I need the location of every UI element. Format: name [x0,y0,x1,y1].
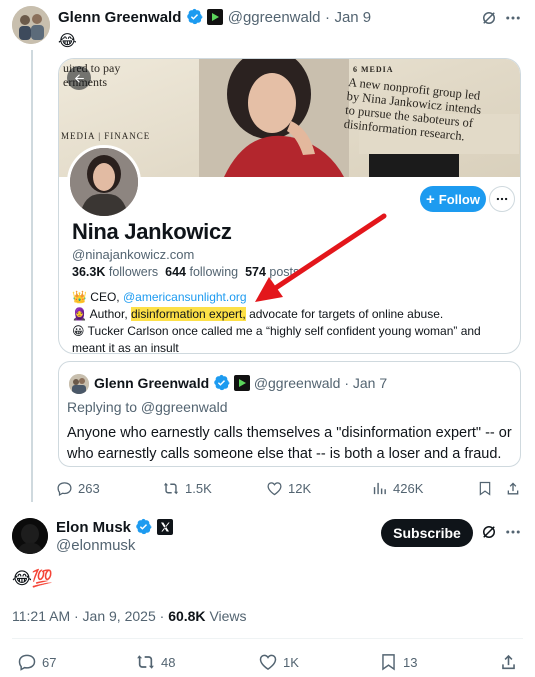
bookmark-icon [382,654,395,671]
red-arrow-annotation [255,213,387,302]
grok-icon[interactable] [478,7,500,29]
views-button[interactable]: 426K [371,480,423,497]
like-count: 1K [283,654,299,670]
verified-badge-icon [187,8,203,25]
repost-icon [163,482,179,495]
like-count: 12K [288,481,312,496]
verified-badge-icon [214,374,230,391]
tweet-header: Glenn Greenwald @ggreenwald · Jan 9 [58,8,372,26]
thread-connector-line [31,50,33,502]
author-handle[interactable]: @elonmusk [56,537,135,554]
tweet-text: 😂💯 [12,569,54,588]
views-label: Views [209,608,247,624]
embedded-profile-image[interactable]: uired to pay ernments MEDIA | FINANCE 6 … [58,58,521,354]
quoted-tweet[interactable]: Glenn Greenwald @ggreenwald · Jan 7 Repl… [58,361,521,467]
more-options-icon[interactable] [502,521,524,543]
divider [12,638,523,639]
repost-icon [137,655,154,669]
verified-badge-icon [136,518,153,535]
reply-button[interactable]: 67 [17,652,56,672]
quoted-author-handle: @ggreenwald [253,375,341,391]
analytics-icon [373,482,386,495]
heart-icon [267,482,282,496]
tweet-text: 😂 [58,33,77,50]
bookmark-count: 13 [403,654,418,670]
author-name[interactable]: Glenn Greenwald [58,9,181,26]
repost-count: 48 [161,654,176,670]
affiliate-badge-icon [207,9,224,25]
heart-icon [259,654,277,670]
more-options-icon[interactable] [502,7,524,29]
grok-icon[interactable] [478,521,500,543]
share-icon [502,654,515,670]
quoted-date: Jan 7 [352,375,388,391]
avatar[interactable] [12,6,50,44]
quoted-author-name: Glenn Greenwald [94,375,210,391]
tweet-metadata: 11:21 AM · Jan 9, 2025 · 60.8K Views [12,608,247,624]
like-button[interactable]: 1K [258,652,299,672]
quoted-header: Glenn Greenwald @ggreenwald · Jan 7 [94,374,388,391]
reply-button[interactable]: 263 [56,480,100,497]
views-count: 426K [393,481,424,496]
avatar[interactable] [12,518,48,554]
quoted-tweet-text: Anyone who earnestly calls themselves a … [67,425,512,462]
x-logo-badge-icon [156,519,173,535]
bookmark-icon [479,481,491,496]
share-icon [507,482,519,495]
share-button[interactable] [505,480,521,497]
share-button[interactable] [499,652,518,672]
reply-icon [18,654,36,671]
repost-button[interactable]: 1.5K [162,480,212,497]
affiliate-badge-icon [233,375,250,391]
author-handle[interactable]: @ggreenwald [228,9,321,26]
author-name[interactable]: Elon Musk [56,519,131,536]
repost-button[interactable]: 48 [135,652,175,672]
main-author-row: Elon Musk [56,518,173,537]
tweet-date[interactable]: Jan 9 [334,9,371,26]
reply-count: 67 [42,654,57,670]
quoted-avatar [69,374,89,394]
repost-count: 1.5K [185,481,212,496]
subscribe-button[interactable]: Subscribe [381,519,473,547]
reply-icon [57,482,72,496]
bookmark-button[interactable] [477,480,493,497]
replying-to: Replying to @ggreenwald [67,399,228,415]
tweet-timestamp[interactable]: 11:21 AM · Jan 9, 2025 [12,608,156,624]
bookmark-button[interactable]: 13 [379,652,417,672]
like-button[interactable]: 12K [266,480,311,497]
reply-count: 263 [78,481,100,496]
views-count: 60.8K [168,608,206,624]
